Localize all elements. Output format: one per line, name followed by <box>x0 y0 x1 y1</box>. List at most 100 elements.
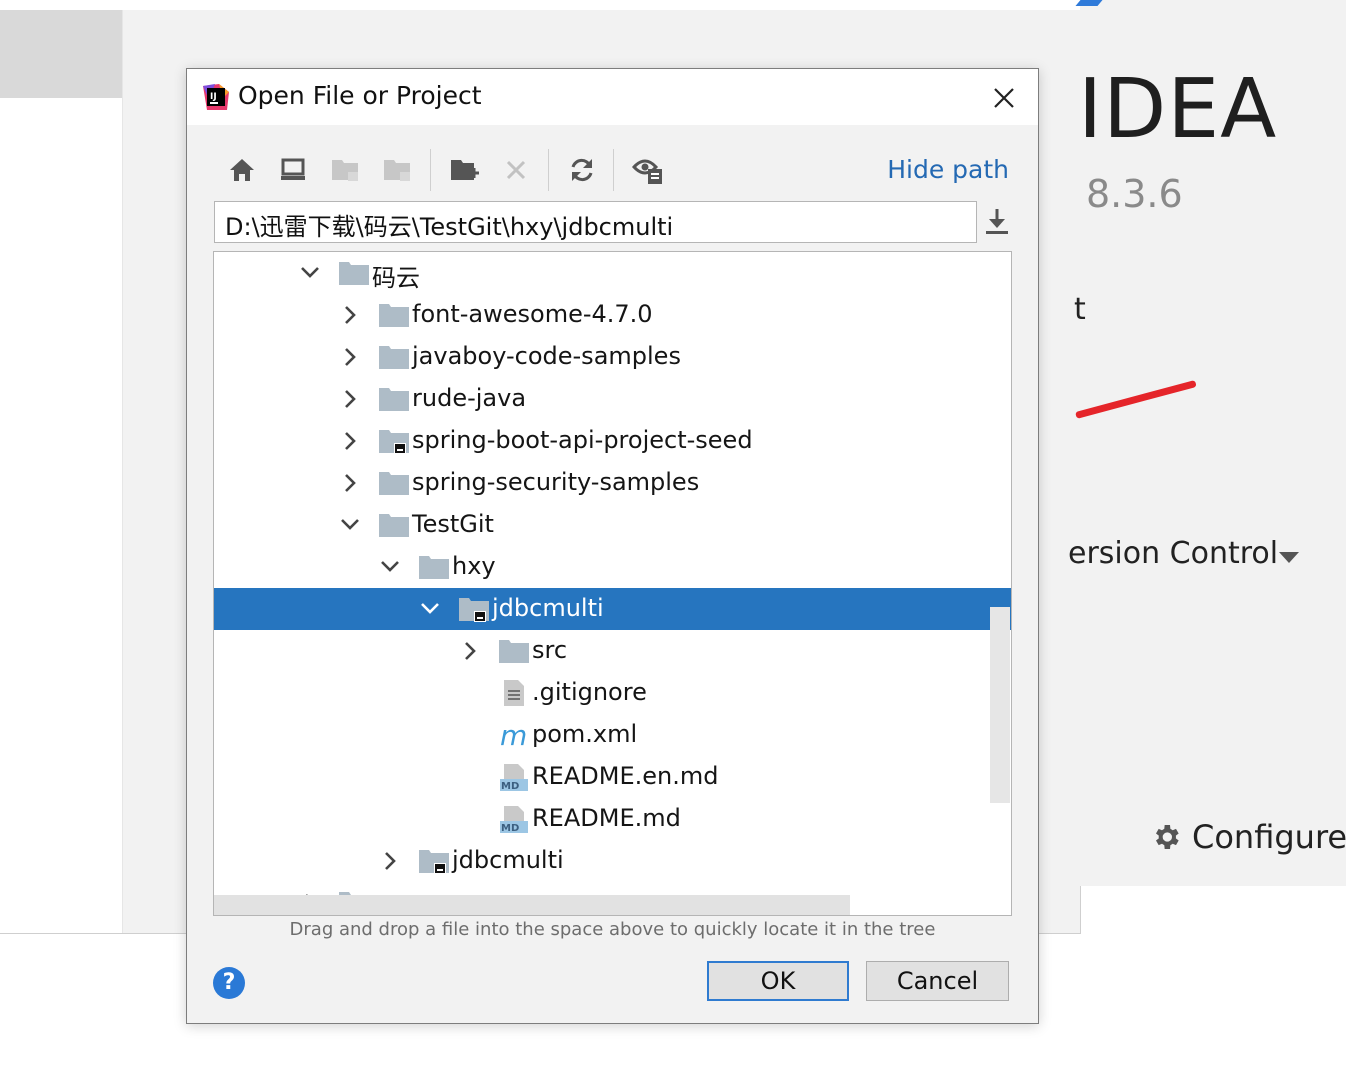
hide-path-link[interactable]: Hide path <box>887 155 1009 184</box>
folder-icon <box>419 556 449 579</box>
project-folder-icon <box>379 430 409 454</box>
chevron-right-icon[interactable] <box>338 336 362 378</box>
chevron-right-icon[interactable] <box>338 462 362 504</box>
tree-row-label: README.en.md <box>532 762 719 790</box>
recent-project-selected[interactable] <box>0 10 122 98</box>
folder-icon <box>379 304 409 327</box>
chevron-right-icon[interactable] <box>338 378 362 420</box>
folder-icon <box>499 640 529 663</box>
tree-row-label: src <box>532 636 568 664</box>
drag-drop-hint: Drag and drop a file into the space abov… <box>289 919 936 940</box>
file-tree[interactable]: 资料jdbcmultiMDREADME.mdMDREADME.en.mdmpom… <box>213 251 1012 916</box>
configure-button[interactable]: Configure <box>1150 818 1346 856</box>
chevron-down-icon[interactable] <box>418 588 442 630</box>
maven-icon: m <box>500 721 527 749</box>
tree-row-label: .gitignore <box>532 678 647 706</box>
check-out-vcs-action[interactable]: ersion Control <box>1068 536 1278 571</box>
refresh-icon <box>571 158 593 182</box>
toolbar-separator <box>613 149 614 191</box>
tree-row[interactable]: jdbcmulti <box>214 588 1011 630</box>
folder-icon <box>339 262 369 285</box>
tree-row[interactable]: font-awesome-4.7.0 <box>214 294 1011 336</box>
tree-row-label: pom.xml <box>532 720 638 748</box>
tree-row[interactable]: javaboy-code-samples <box>214 336 1011 378</box>
folder-icon <box>379 346 409 369</box>
tree-row-label: javaboy-code-samples <box>412 342 681 370</box>
tree-row[interactable]: src <box>214 630 1011 672</box>
tree-row[interactable]: jdbcmulti <box>214 840 1011 882</box>
svg-text:MD: MD <box>501 781 519 791</box>
product-version: 8.3.6 <box>1086 172 1183 216</box>
dialog-title: Open File or Project <box>238 81 482 110</box>
desktop-button[interactable] <box>273 149 313 191</box>
cancel-button[interactable]: Cancel <box>866 961 1009 1001</box>
markdown-file-icon: MD <box>500 764 528 791</box>
delete-button[interactable] <box>496 149 536 191</box>
tree-row-label: hxy <box>452 552 496 580</box>
intellij-app-icon: IJ <box>203 84 229 110</box>
tree-row[interactable]: TestGit <box>214 504 1011 546</box>
tree-row-label: rude-java <box>412 384 527 412</box>
tree-row[interactable]: spring-boot-api-project-seed <box>214 420 1011 462</box>
show-hidden-button[interactable] <box>628 149 668 191</box>
svg-text:IJ: IJ <box>210 92 217 102</box>
refresh-button[interactable] <box>562 149 602 191</box>
folder-icon <box>379 514 409 537</box>
chevron-down-icon[interactable] <box>378 546 402 588</box>
file-chooser-toolbar: Hide path <box>219 149 1009 193</box>
chevron-right-icon[interactable] <box>458 630 482 672</box>
module-folder-icon <box>384 160 410 181</box>
configure-label: Configure <box>1192 818 1346 856</box>
toolbar-separator <box>548 149 549 191</box>
chevron-right-icon[interactable] <box>338 420 362 462</box>
gear-icon <box>1156 825 1179 849</box>
dropdown-arrow-icon[interactable] <box>1279 552 1299 563</box>
tree-row-label: README.md <box>532 804 681 832</box>
home-icon <box>230 159 254 181</box>
close-icon[interactable] <box>987 81 1021 115</box>
project-dir-button[interactable] <box>326 149 366 191</box>
delete-icon <box>506 160 526 180</box>
svg-text:m: m <box>500 721 527 749</box>
project-folder-icon <box>332 160 358 181</box>
tree-row[interactable]: 码云 <box>214 252 1011 294</box>
tree-row[interactable]: MD README.en.md <box>214 756 1011 798</box>
folder-icon <box>379 472 409 495</box>
tree-row[interactable]: hxy <box>214 546 1011 588</box>
text-file-icon <box>504 680 524 706</box>
vertical-scrollbar[interactable] <box>990 607 1010 803</box>
chevron-right-icon[interactable] <box>378 840 402 882</box>
chevron-down-icon[interactable] <box>298 252 322 294</box>
folder-icon <box>379 388 409 411</box>
module-dir-button[interactable] <box>378 149 418 191</box>
tree-row[interactable]: m pom.xml <box>214 714 1011 756</box>
new-folder-icon <box>451 160 479 180</box>
tree-row[interactable]: spring-security-samples <box>214 462 1011 504</box>
desktop-icon <box>281 158 305 180</box>
tree-row-label: spring-boot-api-project-seed <box>412 426 753 454</box>
svg-text:MD: MD <box>501 823 519 833</box>
tree-row[interactable]: rude-java <box>214 378 1011 420</box>
dialog-titlebar[interactable]: IJ Open File or Project <box>187 69 1038 125</box>
help-button[interactable]: ? <box>213 967 245 999</box>
home-button[interactable] <box>222 149 262 191</box>
action-fragment-text[interactable]: t <box>1074 292 1086 327</box>
open-file-dialog: IJ Open File or Project Hide path D:\迅雷下… <box>186 68 1039 1024</box>
new-folder-button[interactable] <box>445 149 485 191</box>
chevron-right-icon[interactable] <box>338 294 362 336</box>
tree-row-label: font-awesome-4.7.0 <box>412 300 653 328</box>
tree-row-label: jdbcmulti <box>492 594 604 622</box>
tree-row-label: jdbcmulti <box>452 846 564 874</box>
tree-row[interactable]: .gitignore <box>214 672 1011 714</box>
download-icon[interactable] <box>982 205 1012 239</box>
product-title: IDEA <box>1078 62 1278 157</box>
ok-button[interactable]: OK <box>707 961 849 1001</box>
tree-row-label: spring-security-samples <box>412 468 700 496</box>
tree-row-label: TestGit <box>412 510 494 538</box>
chevron-down-icon[interactable] <box>338 504 362 546</box>
path-input[interactable]: D:\迅雷下载\码云\TestGit\hxy\jdbcmulti <box>214 201 977 243</box>
toolbar-separator <box>430 149 431 191</box>
show-hidden-files-icon <box>632 159 662 184</box>
tree-row[interactable]: MD README.md <box>214 798 1011 840</box>
horizontal-scrollbar[interactable] <box>214 895 850 915</box>
